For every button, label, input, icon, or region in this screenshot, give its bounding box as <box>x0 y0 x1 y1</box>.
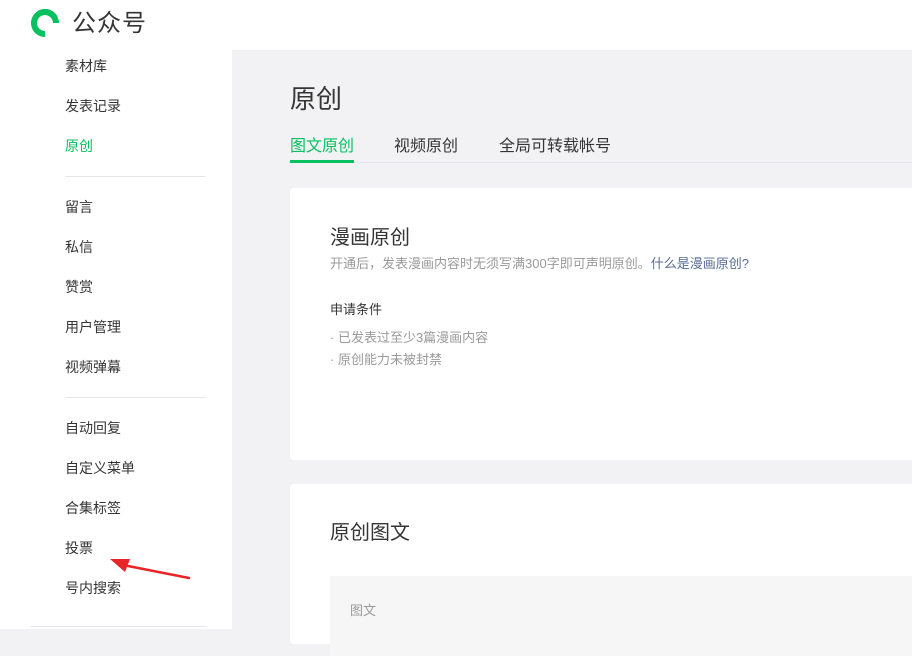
requirement-item: · 原创能力未被封禁 <box>330 352 442 367</box>
requirements-title: 申请条件 <box>330 302 383 317</box>
app-title[interactable]: 公众号 <box>72 9 147 39</box>
active-tab-indicator <box>290 160 354 163</box>
card-title: 原创图文 <box>330 522 410 544</box>
comic-original-card: 漫画原创 开通后，发表漫画内容时无须写满300字即可声明原创。什么是漫画原创? … <box>290 188 912 460</box>
requirement-item: · 已发表过至少3篇漫画内容 <box>330 330 489 345</box>
sidebar-divider <box>65 176 206 177</box>
sidebar-divider <box>30 626 206 627</box>
sidebar-divider <box>65 397 206 398</box>
card-title: 漫画原创 <box>330 227 410 249</box>
sidebar-item-material-library[interactable]: 素材库 <box>65 56 107 76</box>
column-header-articles: 图文 <box>350 603 377 618</box>
sidebar-item-comments[interactable]: 留言 <box>65 197 93 217</box>
red-arrow-icon <box>110 559 191 580</box>
card-description: 开通后，发表漫画内容时无须写满300字即可声明原创。什么是漫画原创? <box>330 255 749 273</box>
sidebar-item-rewards[interactable]: 赞赏 <box>65 277 93 297</box>
table-header: 图文 <box>330 576 912 656</box>
sidebar-item-collection-tags[interactable]: 合集标签 <box>65 498 121 518</box>
sidebar-item-publish-records[interactable]: 发表记录 <box>65 96 121 116</box>
sidebar-item-auto-reply[interactable]: 自动回复 <box>65 418 121 438</box>
sidebar-item-voting[interactable]: 投票 <box>65 538 93 558</box>
sidebar: 素材库 发表记录 原创 留言 私信 赞赏 用户管理 视频弹幕 自动回复 自定义菜… <box>0 50 232 629</box>
sidebar-item-in-account-search[interactable]: 号内搜索 <box>65 578 121 598</box>
page-title: 原创 <box>290 84 343 114</box>
description-text: 开通后，发表漫画内容时无须写满300字即可声明原创。 <box>330 256 651 271</box>
tabs-divider <box>290 162 912 163</box>
original-articles-card: 原创图文 图文 <box>290 484 912 656</box>
what-is-comic-original-link[interactable]: 什么是漫画原创? <box>651 256 749 271</box>
sidebar-item-messages[interactable]: 私信 <box>65 237 93 257</box>
tab-global-repost-accounts[interactable]: 全局可转载帐号 <box>499 136 611 158</box>
wechat-official-account-logo-icon[interactable] <box>28 6 62 40</box>
tab-image-text-original[interactable]: 图文原创 <box>290 136 354 158</box>
sidebar-item-custom-menu[interactable]: 自定义菜单 <box>65 458 135 478</box>
sidebar-item-user-management[interactable]: 用户管理 <box>65 317 121 337</box>
sidebar-item-original[interactable]: 原创 <box>65 136 93 156</box>
top-bar: 公众号 <box>0 0 912 50</box>
sidebar-item-video-danmaku[interactable]: 视频弹幕 <box>65 357 121 377</box>
tab-video-original[interactable]: 视频原创 <box>394 136 458 158</box>
